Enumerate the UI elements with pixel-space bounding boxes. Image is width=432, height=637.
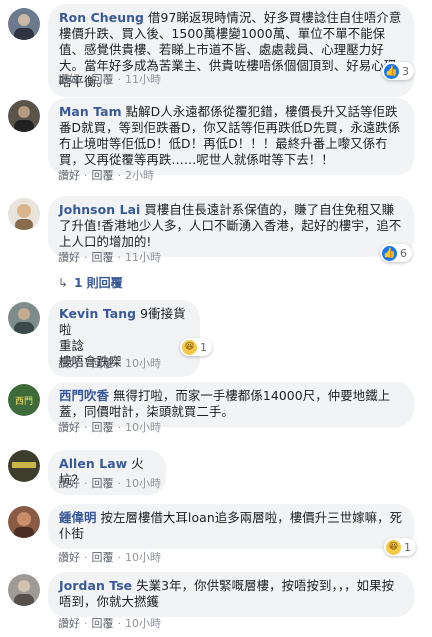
reaction-count: 1 bbox=[404, 540, 411, 554]
reply-button[interactable]: 回覆 bbox=[92, 169, 114, 182]
comment-author[interactable]: Johnson Lai bbox=[59, 202, 140, 217]
haha-icon: 😆 bbox=[182, 339, 197, 355]
comment-author[interactable]: 鍾偉明 bbox=[59, 510, 96, 525]
comment-author[interactable]: 西門吹香 bbox=[59, 388, 109, 403]
comment-author[interactable]: Ron Cheung bbox=[59, 10, 144, 25]
like-button[interactable]: 讚好 bbox=[58, 477, 80, 490]
comment-timestamp[interactable]: 10小時 bbox=[125, 477, 161, 490]
comment-author[interactable]: Jordan Tse bbox=[59, 578, 132, 593]
comment-actions: 讚好 · 回覆 · 10小時 bbox=[58, 421, 161, 434]
reply-arrow-icon: ↳ bbox=[58, 275, 69, 290]
like-button[interactable]: 讚好 bbox=[58, 551, 80, 564]
comment-actions: 讚好 · 回覆 · 2小時 bbox=[58, 169, 154, 182]
comment-timestamp[interactable]: 2小時 bbox=[125, 169, 154, 182]
reply-button[interactable]: 回覆 bbox=[92, 477, 114, 490]
reaction-summary[interactable]: 😆 1 bbox=[180, 338, 212, 356]
comment-actions: 讚好 · 回覆 · 10小時 bbox=[58, 477, 161, 490]
reply-button[interactable]: 回覆 bbox=[92, 421, 114, 434]
comment-actions: 讚好 · 回覆 · 10小時 bbox=[58, 357, 161, 370]
comment-timestamp[interactable]: 10小時 bbox=[125, 617, 161, 630]
avatar[interactable] bbox=[8, 8, 40, 40]
comment-actions: 讚好 · 回覆 · 11小時 bbox=[58, 73, 161, 86]
comment-text: 按左層樓借大耳loan追多兩層啦，樓價升三世嫁嘛，死仆街 bbox=[59, 510, 403, 541]
reaction-summary[interactable]: 👍 3 bbox=[382, 62, 414, 80]
comment-bubble: Johnson Lai 買樓自住長遠計系保值的，賺了自住免租又賺了升值!香港地少人… bbox=[48, 196, 414, 257]
avatar[interactable]: 西門 bbox=[8, 384, 40, 416]
reply-button[interactable]: 回覆 bbox=[92, 251, 114, 264]
avatar[interactable] bbox=[8, 574, 40, 606]
like-button[interactable]: 讚好 bbox=[58, 73, 80, 86]
like-button[interactable]: 讚好 bbox=[58, 421, 80, 434]
comment-author[interactable]: Allen Law bbox=[59, 456, 127, 471]
reaction-count: 3 bbox=[402, 64, 409, 78]
avatar[interactable] bbox=[8, 302, 40, 334]
reply-button[interactable]: 回覆 bbox=[92, 73, 114, 86]
comment-actions: 讚好 · 回覆 · 10小時 bbox=[58, 551, 161, 564]
view-replies-link[interactable]: ↳ 1 則回覆 bbox=[58, 274, 123, 291]
haha-icon: 😆 bbox=[386, 539, 401, 555]
like-icon: 👍 bbox=[382, 245, 397, 261]
avatar[interactable] bbox=[8, 198, 40, 230]
comment-author[interactable]: Kevin Tang bbox=[59, 306, 136, 321]
comment-thread: Ron Cheung 借97睇返現時情況、好多買樓諗住自住唔介意樓價升跌、買入後、… bbox=[0, 0, 432, 637]
reaction-summary[interactable]: 😆 1 bbox=[384, 538, 416, 556]
comment-actions: 讚好 · 回覆 · 11小時 bbox=[58, 251, 161, 264]
comment-bubble: 鍾偉明 按左層樓借大耳loan追多兩層啦，樓價升三世嫁嘛，死仆街 bbox=[48, 504, 414, 549]
comment-bubble: Jordan Tse 失業3年，你供緊嘅層樓，按唔按到，，，如果按唔到，你就大撚鑊 bbox=[48, 572, 414, 617]
like-button[interactable]: 讚好 bbox=[58, 169, 80, 182]
comment-timestamp[interactable]: 10小時 bbox=[125, 357, 161, 370]
comment-timestamp[interactable]: 10小時 bbox=[125, 551, 161, 564]
avatar[interactable] bbox=[8, 506, 40, 538]
like-icon: 👍 bbox=[384, 63, 399, 79]
reaction-count: 1 bbox=[200, 340, 207, 354]
comment-timestamp[interactable]: 11小時 bbox=[125, 73, 161, 86]
reply-button[interactable]: 回覆 bbox=[92, 551, 114, 564]
avatar[interactable] bbox=[8, 450, 40, 482]
reaction-count: 6 bbox=[400, 246, 407, 260]
reaction-summary[interactable]: 👍 6 bbox=[380, 244, 412, 262]
comment-timestamp[interactable]: 10小時 bbox=[125, 421, 161, 434]
replies-count-label: 1 則回覆 bbox=[74, 276, 123, 290]
avatar[interactable] bbox=[8, 100, 40, 132]
comment-actions: 讚好 · 回覆 · 10小時 bbox=[58, 617, 161, 630]
comment-bubble: Man Tam 點解D人永遠都係從覆犯錯，樓價長升又話等佢跌番D就買，等到佢跌番D… bbox=[48, 98, 414, 175]
comment-timestamp[interactable]: 11小時 bbox=[125, 251, 161, 264]
like-button[interactable]: 讚好 bbox=[58, 251, 80, 264]
like-button[interactable]: 讚好 bbox=[58, 617, 80, 630]
reply-button[interactable]: 回覆 bbox=[92, 357, 114, 370]
reply-button[interactable]: 回覆 bbox=[92, 617, 114, 630]
svg-text:西門: 西門 bbox=[15, 396, 33, 407]
comment-author[interactable]: Man Tam bbox=[59, 104, 122, 119]
like-button[interactable]: 讚好 bbox=[58, 357, 80, 370]
